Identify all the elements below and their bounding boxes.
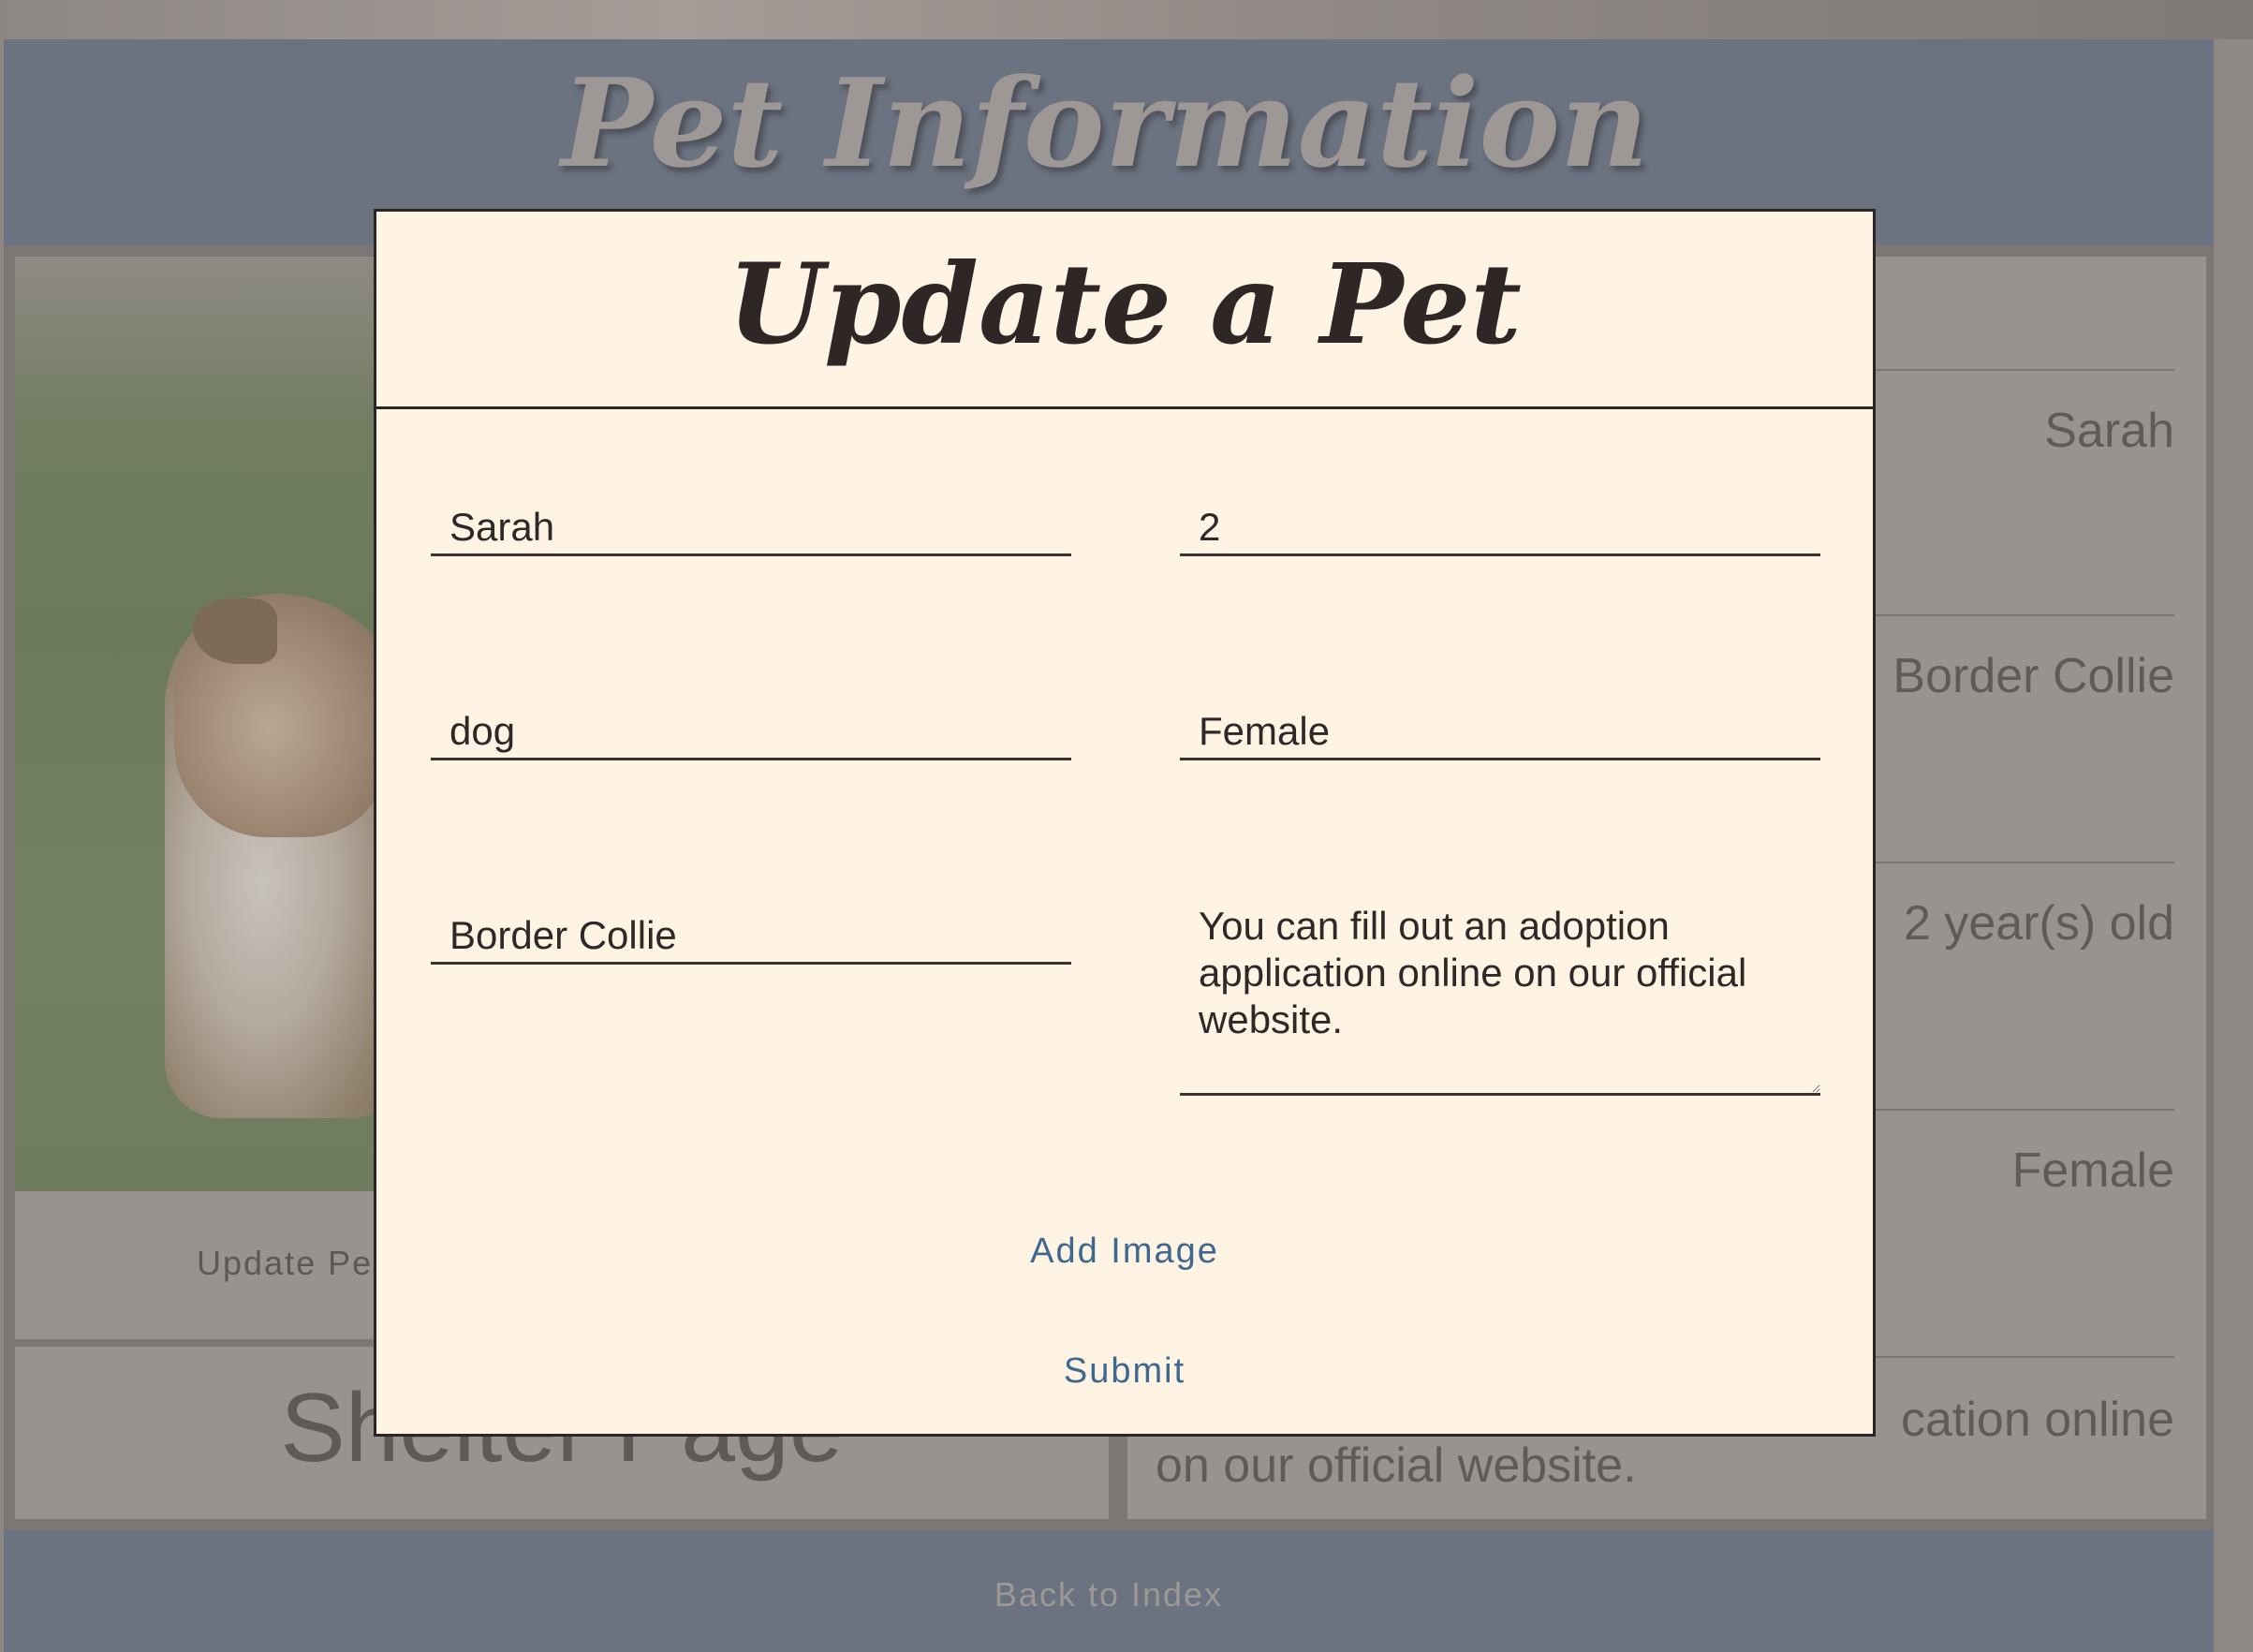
update-pet-link[interactable]: Update Pe [197, 1244, 373, 1283]
detail-description-fragment: cation online [1901, 1393, 2174, 1447]
detail-age: 2 year(s) old [1904, 896, 2174, 951]
detail-description-line: on our official website. [1156, 1438, 1637, 1493]
back-to-index-link[interactable]: Back to Index [0, 1575, 2217, 1615]
top-banner-image [0, 0, 2253, 39]
detail-breed: Border Collie [1892, 649, 2174, 703]
detail-sex: Female [2011, 1143, 2174, 1198]
modal-header: Update a Pet [376, 212, 1873, 409]
detail-name: Sarah [2044, 404, 2174, 458]
pet-name-input[interactable] [431, 500, 1071, 556]
pet-species-input[interactable] [431, 704, 1071, 760]
pet-information-page: Pet Information Update Pe Shelter Page S… [0, 0, 2253, 1652]
add-image-button[interactable]: Add Image [376, 1231, 1873, 1273]
pet-sex-input[interactable] [1180, 704, 1820, 760]
pet-breed-input[interactable] [431, 908, 1071, 965]
pet-age-input[interactable] [1180, 500, 1820, 556]
page-scroll-edge [2214, 39, 2253, 1652]
submit-button[interactable]: Submit [376, 1350, 1873, 1393]
modal-title: Update a Pet [728, 239, 1522, 369]
page-title: Pet Information [561, 52, 1649, 195]
pet-description-textarea[interactable]: You can fill out an adoption application… [1180, 892, 1820, 1096]
update-pet-modal: Update a Pet You can fill out an adoptio… [374, 209, 1876, 1437]
